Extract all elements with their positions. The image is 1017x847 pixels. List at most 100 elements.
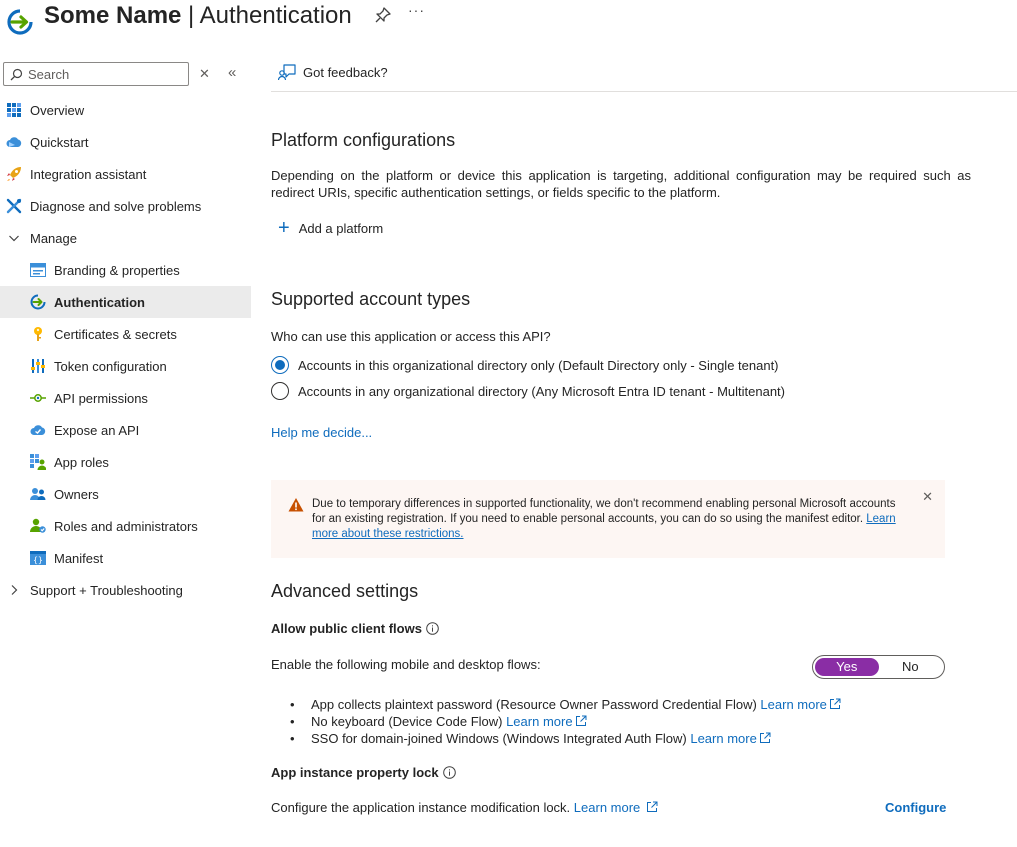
sidebar-item-certificates[interactable]: Certificates & secrets [0, 318, 251, 350]
sidebar-item-manifest[interactable]: {} Manifest [0, 542, 251, 574]
add-platform-button[interactable]: + Add a platform [278, 217, 384, 239]
sidebar-item-overview[interactable]: Overview [0, 94, 251, 126]
toggle-yes-option[interactable]: Yes [815, 658, 879, 676]
sidebar-item-app-roles[interactable]: App roles [0, 446, 251, 478]
flows-label: Enable the following mobile and desktop … [271, 657, 541, 672]
learn-more-link[interactable]: Learn more [506, 714, 587, 729]
more-options-icon[interactable]: ··· [408, 2, 425, 18]
warning-text: Due to temporary differences in supporte… [312, 498, 896, 525]
list-item: App collects plaintext password (Resourc… [290, 696, 841, 713]
toolbar-divider [271, 91, 1017, 92]
radio-button[interactable] [271, 382, 289, 400]
public-client-flows-title: Allow public client flows [271, 621, 422, 636]
flow-text: No keyboard (Device Code Flow) [311, 714, 507, 729]
search-box[interactable] [3, 62, 189, 86]
authentication-icon [30, 294, 46, 310]
sidebar-item-label: Certificates & secrets [54, 326, 177, 342]
add-platform-label: Add a platform [298, 220, 384, 236]
info-icon[interactable] [426, 622, 439, 635]
supported-account-types-title: Supported account types [271, 289, 471, 309]
sidebar-item-label: Roles and administrators [54, 518, 198, 534]
sidebar-item-owners[interactable]: Owners [0, 478, 251, 510]
sidebar-item-label: Manifest [54, 550, 104, 566]
sidebar-item-token-configuration[interactable]: Token configuration [0, 350, 251, 382]
list-item: SSO for domain-joined Windows (Windows I… [290, 730, 841, 747]
sidebar-group-manage[interactable]: Manage [0, 222, 251, 254]
learn-more-label: Learn more [760, 697, 827, 712]
external-link-icon [646, 801, 658, 812]
radio-button[interactable] [271, 356, 289, 374]
configure-button[interactable]: Configure [885, 800, 946, 815]
owners-icon [30, 486, 46, 502]
sidebar-item-diagnose[interactable]: Diagnose and solve problems [0, 190, 251, 222]
sidebar-item-label: Owners [54, 486, 99, 502]
learn-more-link[interactable]: Learn more [760, 697, 841, 712]
search-icon [10, 68, 23, 80]
chevron-down-icon [6, 230, 22, 246]
page-title: Some Name | Authentication [44, 2, 352, 30]
cloud-icon [30, 422, 46, 438]
feedback-icon [278, 64, 296, 81]
sidebar-item-label: Authentication [54, 294, 145, 310]
clear-search-icon[interactable]: ✕ [199, 66, 210, 82]
sidebar-item-quickstart[interactable]: Quickstart [0, 126, 251, 158]
flows-list: App collects plaintext password (Resourc… [290, 696, 841, 747]
sidebar-item-label: Manage [30, 230, 77, 246]
quickstart-icon [6, 134, 22, 150]
learn-more-label: Learn more [506, 714, 573, 729]
pin-icon[interactable] [374, 6, 392, 24]
key-icon [30, 326, 46, 342]
chevron-right-icon [6, 582, 22, 598]
manifest-icon: {} [30, 550, 46, 566]
feedback-label: Got feedback? [303, 65, 388, 80]
radio-label: Accounts in any organizational directory… [298, 383, 785, 399]
help-me-decide-link[interactable]: Help me decide... [271, 425, 372, 440]
lock-description-row: Configure the application instance modif… [271, 800, 658, 815]
sidebar-item-branding[interactable]: Branding & properties [0, 254, 251, 286]
radio-label: Accounts in this organizational director… [298, 357, 779, 373]
branding-icon [30, 262, 46, 278]
learn-more-link[interactable]: Learn more [690, 731, 771, 746]
toggle-no-option[interactable]: No [879, 658, 943, 676]
title-separator: | [181, 2, 200, 29]
api-permissions-icon [30, 390, 46, 406]
sidebar-item-label: Token configuration [54, 358, 167, 374]
info-icon[interactable] [442, 766, 456, 779]
learn-more-link[interactable]: Learn more [574, 800, 658, 815]
sidebar-nav: Overview Quickstart Integration assistan… [0, 94, 251, 606]
sidebar-item-expose-api[interactable]: Expose an API [0, 414, 251, 446]
warning-icon [288, 498, 304, 512]
account-option-multitenant[interactable]: Accounts in any organizational directory… [271, 382, 785, 400]
plus-icon: + [278, 217, 290, 239]
feedback-button[interactable]: Got feedback? [278, 64, 388, 81]
token-icon [30, 358, 46, 374]
public-client-flows-toggle[interactable]: Yes No [812, 655, 945, 679]
sidebar-item-label: Diagnose and solve problems [30, 198, 202, 214]
sidebar-item-label: Expose an API [54, 422, 140, 438]
roles-icon [30, 518, 46, 534]
sidebar-item-api-permissions[interactable]: API permissions [0, 382, 251, 414]
account-option-single-tenant[interactable]: Accounts in this organizational director… [271, 356, 779, 374]
section-name: Authentication [199, 2, 352, 29]
app-instance-lock-title: App instance property lock [271, 765, 439, 780]
collapse-sidebar-icon[interactable]: « [228, 64, 236, 81]
app-roles-icon [30, 454, 46, 470]
sidebar-item-integration-assistant[interactable]: Integration assistant [0, 158, 251, 190]
app-instance-lock-heading: App instance property lock [271, 765, 456, 780]
wrench-icon [6, 198, 22, 214]
sidebar-item-label: Integration assistant [30, 166, 147, 182]
platform-description: Depending on the platform or device this… [271, 168, 971, 200]
sidebar-group-support[interactable]: Support + Troubleshooting [0, 574, 251, 606]
warning-banner: Due to temporary differences in supporte… [271, 480, 945, 558]
external-link-icon [575, 715, 587, 726]
svg-text:{}: {} [33, 556, 43, 565]
close-icon[interactable]: ✕ [922, 489, 933, 504]
rocket-icon [6, 166, 22, 182]
sidebar-item-roles-administrators[interactable]: Roles and administrators [0, 510, 251, 542]
sidebar-item-label: App roles [54, 454, 109, 470]
flow-text: App collects plaintext password (Resourc… [311, 697, 761, 712]
search-input[interactable] [28, 66, 178, 82]
learn-more-label: Learn more [690, 731, 757, 746]
sidebar-item-authentication[interactable]: Authentication [0, 286, 251, 318]
advanced-settings-title: Advanced settings [271, 581, 419, 601]
